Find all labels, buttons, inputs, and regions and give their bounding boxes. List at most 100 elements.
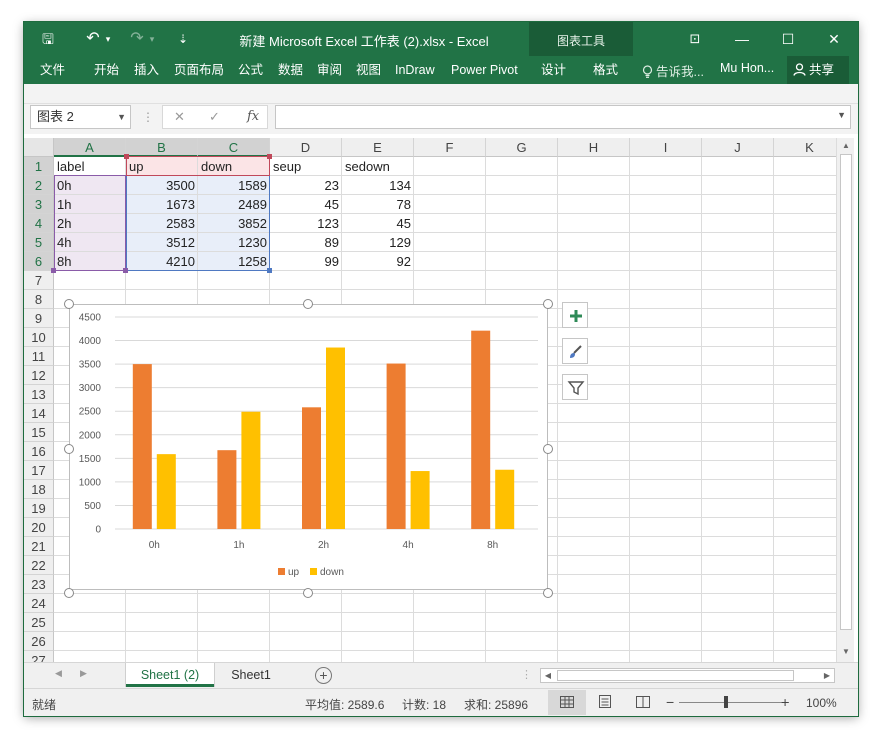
tab-power-pivot[interactable]: Power Pivot <box>451 61 518 79</box>
horizontal-scrollbar[interactable]: ◀ ▶ <box>540 668 835 683</box>
cell[interactable]: 23 <box>270 176 342 195</box>
row-header-13[interactable]: 13 <box>24 385 54 404</box>
tab-review[interactable]: 审阅 <box>317 61 342 79</box>
bar-up-8h[interactable] <box>471 330 491 529</box>
ribbon-display-options-icon[interactable]: ⊡ <box>680 28 710 50</box>
tell-me-search[interactable]: 告诉我... <box>642 61 704 80</box>
zoom-level[interactable]: 100% <box>806 696 837 710</box>
prev-sheet-icon[interactable]: ◀ <box>55 668 62 679</box>
bar-down-1h[interactable] <box>241 411 261 529</box>
chart-resize-handle[interactable] <box>303 299 313 309</box>
row-header-18[interactable]: 18 <box>24 480 54 499</box>
embedded-chart[interactable]: 0 500 1000 1500 2000 2500 3000 3500 4000 4500 0h 1h… <box>69 304 548 590</box>
bar-down-2h[interactable] <box>326 347 345 529</box>
enter-formula-icon[interactable]: ✓ <box>209 109 220 125</box>
chart-resize-handle[interactable] <box>303 588 313 598</box>
cell[interactable]: 123 <box>270 214 342 233</box>
undo-dropdown-icon[interactable]: ▾ <box>103 28 113 50</box>
chart-elements-button[interactable] <box>562 302 588 328</box>
column-header-h[interactable]: H <box>558 138 630 157</box>
zoom-in-button[interactable]: + <box>781 694 789 710</box>
chart-resize-handle[interactable] <box>64 444 74 454</box>
formula-bar-grip-icon[interactable]: ⋮ <box>142 110 154 124</box>
page-layout-view-button[interactable] <box>586 690 624 715</box>
chart-resize-handle[interactable] <box>543 444 553 454</box>
tab-design[interactable]: 设计 <box>541 61 566 79</box>
chart-canvas[interactable]: 0 500 1000 1500 2000 2500 3000 3500 4000 4500 0h 1h… <box>70 305 549 591</box>
column-header-d[interactable]: D <box>270 138 342 157</box>
row-header-21[interactable]: 21 <box>24 537 54 556</box>
chevron-down-icon[interactable]: ▼ <box>117 106 126 128</box>
scroll-right-icon[interactable]: ▶ <box>820 669 834 682</box>
legend-label-down[interactable]: down <box>320 567 344 578</box>
category-range-handle[interactable] <box>51 268 56 273</box>
tab-insert[interactable]: 插入 <box>134 61 159 79</box>
cell[interactable]: 45 <box>342 214 414 233</box>
status-count[interactable]: 计数: 18 <box>402 696 446 713</box>
legend-swatch-up[interactable] <box>278 568 285 575</box>
zoom-slider[interactable] <box>679 702 789 703</box>
column-header-b[interactable]: B <box>126 138 198 157</box>
save-icon[interactable]: 🖫 <box>38 28 58 50</box>
row-header-16[interactable]: 16 <box>24 442 54 461</box>
tab-page-layout[interactable]: 页面布局 <box>174 61 224 79</box>
tab-file[interactable]: 文件 <box>40 61 65 79</box>
cell[interactable]: sedown <box>342 157 414 176</box>
undo-icon[interactable]: ↶ <box>84 28 102 50</box>
row-header-2[interactable]: 2 <box>24 176 54 195</box>
column-header-e[interactable]: E <box>342 138 414 157</box>
column-header-c[interactable]: C <box>198 138 270 157</box>
cell[interactable]: 78 <box>342 195 414 214</box>
row-header-12[interactable]: 12 <box>24 366 54 385</box>
chart-resize-handle[interactable] <box>543 299 553 309</box>
cell[interactable]: 89 <box>270 233 342 252</box>
zoom-out-button[interactable]: − <box>666 694 674 710</box>
vertical-scrollbar[interactable]: ▲ ▼ <box>836 138 854 662</box>
column-header-a[interactable]: A <box>54 138 126 157</box>
row-header-6[interactable]: 6 <box>24 252 54 271</box>
row-header-4[interactable]: 4 <box>24 214 54 233</box>
tab-split-grip-icon[interactable]: ⋮ <box>521 668 532 681</box>
expand-formula-bar-icon[interactable]: ▼ <box>837 110 846 120</box>
cell[interactable]: 129 <box>342 233 414 252</box>
status-average[interactable]: 平均值: 2589.6 <box>305 696 384 713</box>
tab-indraw[interactable]: InDraw <box>395 61 435 79</box>
cell[interactable]: seup <box>270 157 342 176</box>
close-button[interactable]: ✕ <box>819 28 849 50</box>
formula-input[interactable]: ▼ <box>275 105 851 129</box>
add-sheet-button[interactable]: + <box>315 667 332 684</box>
cell[interactable]: 92 <box>342 252 414 271</box>
bar-down-8h[interactable] <box>495 469 515 529</box>
chart-resize-handle[interactable] <box>64 299 74 309</box>
bar-down-0h[interactable] <box>156 454 176 529</box>
cell[interactable]: label <box>54 157 126 176</box>
user-account[interactable]: Mu Hon... <box>720 61 774 75</box>
chart-styles-button[interactable] <box>562 338 588 364</box>
row-header-19[interactable]: 19 <box>24 499 54 518</box>
tab-data[interactable]: 数据 <box>278 61 303 79</box>
column-header-f[interactable]: F <box>414 138 486 157</box>
column-header-g[interactable]: G <box>486 138 558 157</box>
row-header-15[interactable]: 15 <box>24 423 54 442</box>
row-header-25[interactable]: 25 <box>24 613 54 632</box>
chart-resize-handle[interactable] <box>543 588 553 598</box>
select-all-corner[interactable] <box>24 138 54 157</box>
chart-resize-handle[interactable] <box>64 588 74 598</box>
row-header-1[interactable]: 1 <box>24 157 54 176</box>
scroll-up-icon[interactable]: ▲ <box>840 140 852 152</box>
tab-home[interactable]: 开始 <box>94 61 119 79</box>
cell[interactable]: 45 <box>270 195 342 214</box>
row-header-10[interactable]: 10 <box>24 328 54 347</box>
bar-down-4h[interactable] <box>410 471 430 529</box>
row-header-5[interactable]: 5 <box>24 233 54 252</box>
values-range-handle[interactable] <box>123 268 128 273</box>
bar-up-2h[interactable] <box>302 407 321 529</box>
bar-up-4h[interactable] <box>386 363 406 529</box>
row-header-11[interactable]: 11 <box>24 347 54 366</box>
row-header-20[interactable]: 20 <box>24 518 54 537</box>
worksheet-grid[interactable]: A B C D E F G H I J K 1 2 3 4 5 6 7 8 9 10 11 12 13 14 15 16 17 18 19… <box>24 138 858 662</box>
scroll-down-icon[interactable]: ▼ <box>840 646 852 658</box>
row-header-24[interactable]: 24 <box>24 594 54 613</box>
column-header-j[interactable]: J <box>702 138 774 157</box>
chart-filters-button[interactable] <box>562 374 588 400</box>
